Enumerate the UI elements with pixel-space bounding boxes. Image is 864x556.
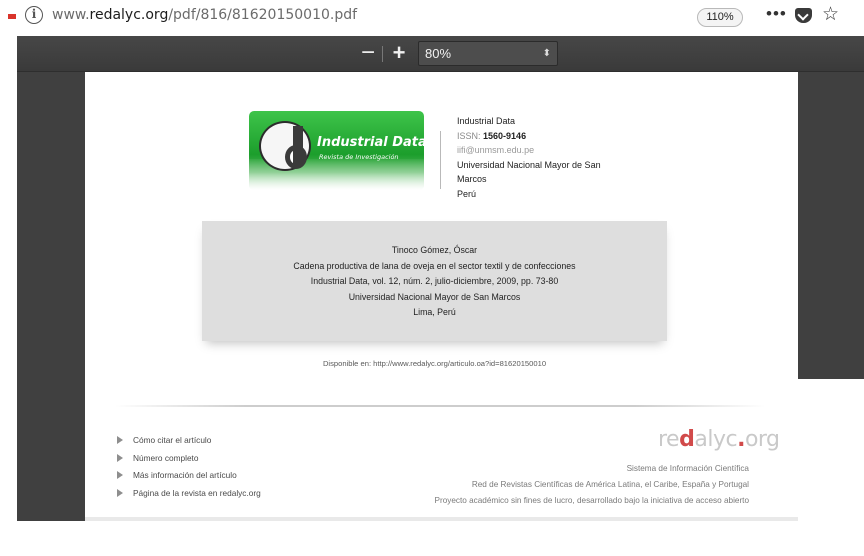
info-icon[interactable]: i <box>25 6 43 24</box>
logo-emblem <box>259 121 311 171</box>
journal-issn: ISSN: 1560-9146 <box>457 130 527 141</box>
available-link[interactable]: Disponible en: http://www.redalyc.org/ar… <box>85 359 784 368</box>
page-actions-menu-icon[interactable]: ••• <box>766 4 787 24</box>
journal-info: Industrial Data ISSN: 1560-9146 iifi@unm… <box>457 114 601 202</box>
url-path: /pdf/816/81620150010.pdf <box>168 7 358 23</box>
page-background <box>798 379 864 521</box>
url-domain: redalyc.org <box>89 7 169 23</box>
pdf-page: Industrial Data Revista de Investigación… <box>85 72 798 521</box>
journal-university-2: Marcos <box>457 174 487 185</box>
url-prefix: www. <box>52 7 90 23</box>
journal-country: Perú <box>457 188 477 199</box>
zoom-select-value: 80% <box>425 46 452 61</box>
logo-subtitle: Revista de Investigación <box>319 153 399 161</box>
redalyc-line-1: Sistema de Información Científica <box>626 464 749 473</box>
citation-institution: Universidad Nacional Mayor de San Marcos <box>348 291 521 302</box>
pdf-viewer: − + 80% ⬍ Industrial Data Revista de Inv… <box>17 36 864 521</box>
journal-logo: Industrial Data Revista de Investigación <box>249 111 424 190</box>
arrow-right-icon <box>117 471 123 479</box>
toolbar-separator <box>382 46 383 62</box>
citation-title: Cadena productiva de lana de oveja en el… <box>293 260 576 271</box>
journal-university-1: Universidad Nacional Mayor de San <box>457 159 601 170</box>
redalyc-line-2: Red de Revistas Científicas de América L… <box>471 480 749 489</box>
address-bar[interactable]: i www.redalyc.org/pdf/816/81620150010.pd… <box>0 0 864 36</box>
pocket-icon[interactable] <box>795 8 812 23</box>
citation-author: Tinoco Gómez, Óscar <box>391 245 478 255</box>
zoom-out-button[interactable]: − <box>357 40 379 66</box>
zoom-level-badge[interactable]: 110% <box>697 8 743 27</box>
arrow-right-icon <box>117 488 123 497</box>
bookmark-star-icon[interactable]: ☆ <box>822 3 839 26</box>
redalyc-info: Sistema de Información Científica Red de… <box>435 461 749 509</box>
zoom-in-button[interactable]: + <box>387 40 411 66</box>
pdf-toolbar: − + 80% ⬍ <box>17 36 864 72</box>
select-arrows-icon: ⬍ <box>542 48 551 59</box>
redalyc-logo: redalyc.org <box>658 427 780 452</box>
horizontal-rule <box>115 405 765 407</box>
logo-title: Industrial Data <box>317 135 424 150</box>
divider <box>440 131 441 189</box>
journal-name: Industrial Data <box>457 116 516 126</box>
redalyc-line-3: Proyecto académico sin fines de lucro, d… <box>434 496 749 505</box>
arrow-right-icon <box>117 453 123 462</box>
citation-source: Industrial Data, vol. 12, núm. 2, julio-… <box>310 276 559 286</box>
citation-box: Tinoco Gómez, Óscar Cadena productiva de… <box>202 221 667 341</box>
arrow-right-icon <box>117 436 123 444</box>
zoom-select[interactable]: 80% ⬍ <box>418 41 558 66</box>
page-bottom-edge <box>85 517 798 521</box>
citation-location: Lima, Perú <box>413 307 456 317</box>
url-text[interactable]: www.redalyc.org/pdf/816/81620150010.pdf <box>52 7 357 23</box>
tab-indicator <box>8 14 16 19</box>
journal-email[interactable]: iifi@unmsm.edu.pe <box>457 143 601 158</box>
